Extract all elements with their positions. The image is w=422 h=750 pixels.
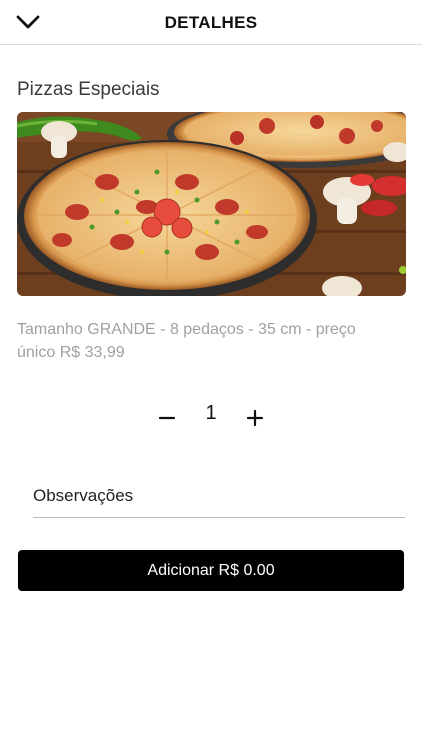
increase-quantity-button[interactable]: [240, 403, 270, 433]
minus-icon[interactable]: [158, 409, 176, 427]
product-category: Pizzas Especiais: [17, 79, 160, 100]
quantity-value: 1: [205, 402, 217, 424]
app-screen: DETALHES Pizzas Especiais Tamanho GRANDE…: [0, 0, 422, 750]
page-title: DETALHES: [164, 13, 258, 32]
notes-input[interactable]: [33, 474, 405, 518]
top-bar: DETALHES: [0, 0, 422, 45]
product-description: Tamanho GRANDE - 8 pedaços - 35 cm - pre…: [17, 321, 356, 361]
pizza-illustration: [17, 112, 406, 296]
decrease-quantity-button[interactable]: [152, 403, 182, 433]
add-to-cart-button[interactable]: Adicionar R$ 0.00: [18, 550, 404, 591]
pizza-photo: [17, 112, 406, 296]
plus-icon[interactable]: [246, 409, 264, 427]
